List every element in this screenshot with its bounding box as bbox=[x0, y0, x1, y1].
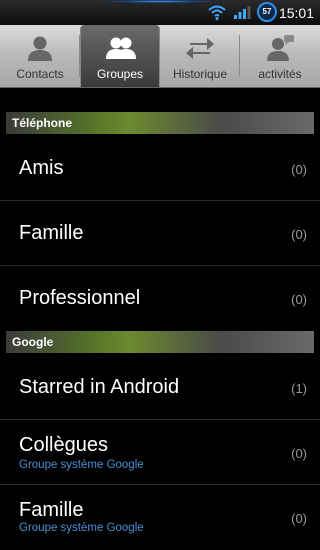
tab-label: Groupes bbox=[96, 67, 144, 81]
status-bar-glow bbox=[100, 0, 220, 3]
tab-contacts[interactable]: Contacts bbox=[0, 25, 80, 87]
signal-icon bbox=[234, 6, 251, 19]
group-count: (0) bbox=[291, 446, 307, 461]
tab-historique[interactable]: Historique bbox=[160, 25, 240, 87]
group-count: (0) bbox=[291, 227, 307, 242]
tab-activites[interactable]: activités bbox=[240, 25, 320, 87]
group-row[interactable]: Professionnel (0) bbox=[0, 266, 320, 330]
group-row[interactable]: Starred in Android (1) bbox=[0, 355, 320, 420]
group-row[interactable]: Famille (0) bbox=[0, 201, 320, 266]
group-name: Professionnel bbox=[19, 287, 141, 309]
person-speech-icon bbox=[267, 35, 294, 61]
tab-label: activités bbox=[258, 67, 302, 81]
person-icon bbox=[28, 36, 52, 61]
group-row[interactable]: Amis (0) bbox=[0, 136, 320, 201]
group-subtitle: Groupe système Google bbox=[19, 522, 144, 534]
status-clock: 15:01 bbox=[278, 5, 314, 21]
group-name: Famille bbox=[19, 222, 84, 244]
group-row[interactable]: Collègues Groupe système Google (0) bbox=[0, 420, 320, 485]
group-count: (1) bbox=[291, 381, 307, 396]
group-name: Starred in Android bbox=[19, 376, 180, 398]
group-icon bbox=[106, 37, 136, 59]
section-header-google: Google bbox=[6, 331, 314, 353]
tab-label: Historique bbox=[172, 67, 228, 81]
group-subtitle: Groupe système Google bbox=[19, 459, 144, 471]
group-count: (0) bbox=[291, 162, 307, 177]
group-name: Amis bbox=[19, 157, 64, 179]
tab-bar: Contacts Groupes Historique activités bbox=[0, 25, 320, 88]
section-header-telephone: Téléphone bbox=[6, 112, 314, 134]
group-count: (0) bbox=[291, 511, 307, 526]
history-arrows-icon bbox=[186, 38, 214, 59]
group-name: Famille bbox=[19, 499, 84, 521]
group-count: (0) bbox=[291, 292, 307, 307]
wifi-icon bbox=[208, 5, 226, 20]
status-bar: 57 15:01 bbox=[0, 0, 320, 25]
group-name: Collègues bbox=[19, 434, 108, 456]
tab-label: Contacts bbox=[16, 67, 64, 81]
group-row[interactable]: Famille Groupe système Google (0) bbox=[0, 485, 320, 550]
tab-groupes[interactable]: Groupes bbox=[80, 25, 160, 87]
battery-icon: 57 bbox=[257, 2, 277, 22]
